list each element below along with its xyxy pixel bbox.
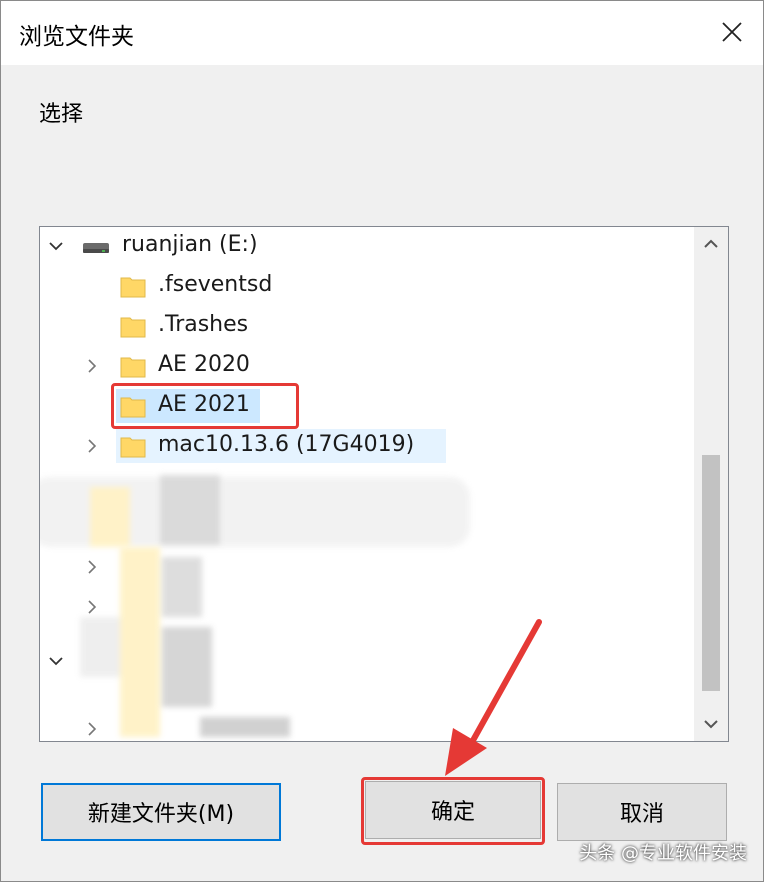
chevron-right-icon[interactable]	[84, 559, 100, 575]
chevron-right-icon[interactable]	[84, 599, 100, 615]
scroll-up-button[interactable]	[694, 227, 728, 261]
tree-item-label: AE 2021	[158, 392, 250, 417]
tree-item-drive[interactable]: ruanjian (E:)	[40, 227, 700, 265]
tree-item-label: AE 2020	[158, 352, 250, 377]
tree-item-label: mac10.13.6 (17G4019)	[158, 432, 415, 457]
tree-item[interactable]: .fseventsd	[40, 267, 700, 305]
tree-item-selected[interactable]: AE 2021	[40, 387, 700, 425]
vertical-scrollbar[interactable]	[694, 227, 728, 741]
watermark: 头条 @专业软件安装	[579, 843, 747, 864]
folder-tree[interactable]: ruanjian (E:) .fseventsd .Trashes AE 202…	[39, 226, 729, 742]
chevron-right-icon[interactable]	[84, 358, 100, 374]
censored-region	[80, 547, 340, 737]
tree-item[interactable]: AE 2020	[40, 347, 700, 385]
tree-item[interactable]: mac10.13.6 (17G4019)	[40, 427, 700, 465]
browse-folder-dialog: 浏览文件夹 选择 ruanjian (E:) .fseventsd .Trash…	[0, 0, 764, 882]
folder-icon	[120, 357, 146, 378]
censored-region	[40, 467, 520, 557]
chevron-right-icon[interactable]	[84, 438, 100, 454]
drive-icon	[83, 243, 109, 253]
folder-icon	[120, 437, 146, 458]
tree-item-label: .fseventsd	[158, 272, 273, 297]
chevron-down-icon	[704, 720, 718, 729]
scroll-down-button[interactable]	[694, 707, 728, 741]
close-button[interactable]	[701, 1, 763, 63]
chevron-up-icon	[704, 239, 718, 248]
chevron-right-icon[interactable]	[84, 721, 100, 737]
chevron-down-icon[interactable]	[48, 238, 64, 254]
tree-item-label: .Trashes	[158, 312, 249, 337]
tree-item-label: ruanjian (E:)	[122, 232, 258, 257]
dialog-title: 浏览文件夹	[19, 24, 134, 50]
folder-icon	[120, 277, 146, 298]
prompt-label: 选择	[39, 102, 84, 127]
cancel-button[interactable]: 取消	[557, 783, 727, 841]
tree-item[interactable]: .Trashes	[40, 307, 700, 345]
close-icon	[722, 22, 742, 42]
ok-button[interactable]: 确定	[365, 781, 541, 839]
new-folder-button[interactable]: 新建文件夹(M)	[41, 783, 281, 841]
scroll-thumb[interactable]	[702, 455, 720, 691]
annotation-arrow-icon	[445, 619, 542, 776]
folder-icon	[120, 397, 146, 418]
chevron-down-icon[interactable]	[48, 653, 64, 669]
title-bar: 浏览文件夹	[1, 1, 763, 65]
folder-icon	[120, 317, 146, 338]
